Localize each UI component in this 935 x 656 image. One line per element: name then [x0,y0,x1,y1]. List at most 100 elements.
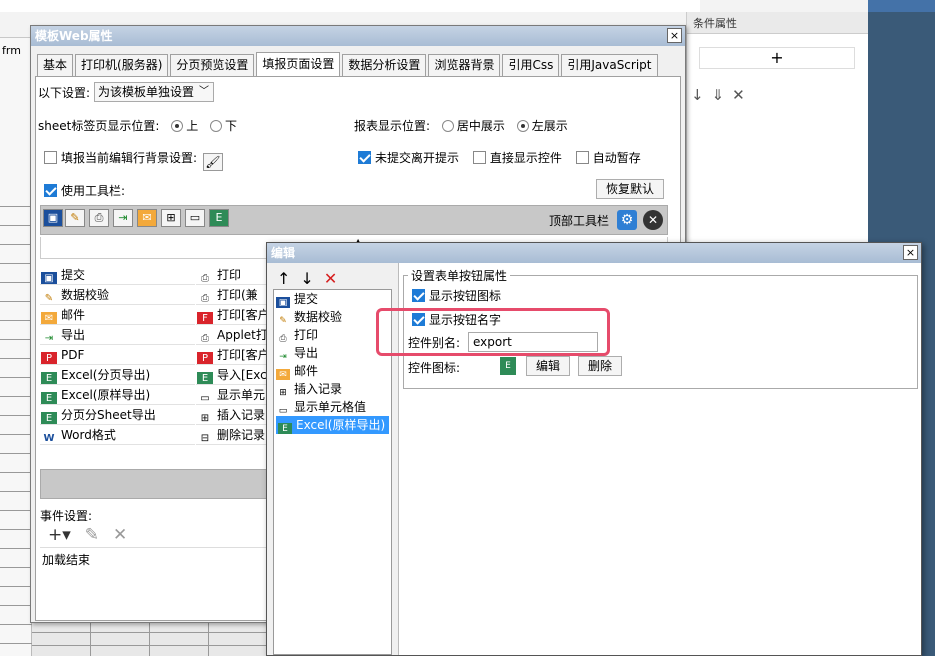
report-position-left-radio[interactable] [516,120,529,132]
tab-data-analysis[interactable]: 数据分析设置 [342,54,427,76]
list-item[interactable]: ✉ 邮件 [40,305,195,325]
list-item[interactable]: ▭ 显示单元格值 [274,398,391,416]
tab-printer[interactable]: 打印机(服务器) [75,54,169,76]
arrow-up-icon[interactable]: ↑ [277,269,290,288]
close-circle-icon[interactable]: ✕ [643,210,663,230]
list-item[interactable]: ⎙ 打印(兼 [196,285,266,305]
delete-icon[interactable]: ✕ [324,269,337,288]
print-icon: ⎙ [201,293,209,304]
add-condition-button[interactable]: + [699,47,855,69]
insert-row-icon[interactable]: ⊞ [161,209,181,227]
edit-dialog-close-button[interactable]: × [903,245,918,260]
list-item[interactable]: ✎ 数据校验 [274,308,391,326]
edit-event-icon[interactable]: ✎ [85,525,99,545]
delete-icon[interactable]: ✕ [732,86,753,104]
edit-button-dialog: 编辑 × ↑ ↓ ✕ ▣ 提交 ✎ 数据校验 ⎙ 打印 ⇥ 导出 ✉ 邮件 ⊞ 插入记录 ▭ 显示… [266,242,922,656]
save-icon: ▣ [41,272,57,284]
list-item[interactable]: ▭ 显示单元 [196,385,266,405]
tab-browser-bg[interactable]: 浏览器背景 [428,54,501,76]
save-icon[interactable]: ▣ [43,209,63,227]
applet-icon: ⎙ [201,333,209,344]
list-item[interactable]: E 分页分Sheet导出 [40,405,195,425]
insert-row-icon: ⊞ [279,388,287,398]
icon-label: 控件图标: [408,361,461,375]
settings-scope-select[interactable]: 为该模板单独设置 ﹀ [94,82,215,102]
unsubmit-prompt-checkbox[interactable] [358,151,371,164]
arrow-down-icon[interactable]: ↓ [300,269,313,288]
excel-icon: E [41,372,57,384]
excel-icon: E [278,423,292,434]
verify-icon[interactable]: ✎ [65,209,85,227]
chevron-down-icon: ﹀ [199,86,210,97]
move-bottom-icon[interactable]: ⇓ [712,86,733,104]
toolbar-preview: ▣ ✎ ⎙ ⇥ ✉ ⊞ ▭ E 顶部工具栏 ⚙ ✕ [40,205,668,235]
verify-icon: ✎ [44,293,54,304]
settings-scope-row: 以下设置: 为该模板单独设置 ﹀ [38,82,215,102]
print-icon[interactable]: ⎙ [89,209,109,227]
print-icon: ⎙ [201,273,209,284]
fill-bg-checkbox[interactable] [44,151,57,164]
excel-icon: E [500,357,516,375]
list-item[interactable]: E Excel(原样导出) [40,385,195,405]
use-toolbar-checkbox[interactable] [44,184,57,197]
restore-default-button[interactable]: 恢复默认 [596,179,664,199]
list-item[interactable]: W Word格式 [40,425,195,445]
tab-javascript[interactable]: 引用JavaScript [561,54,658,76]
autosave-checkbox[interactable] [575,151,589,164]
delete-event-icon[interactable]: ✕ [113,525,127,545]
list-item[interactable]: ▣ 提交 [274,290,391,308]
list-item[interactable]: ⇥ 导出 [40,325,195,345]
background-right-title: 条件属性 [687,12,869,34]
pdf-icon: P [197,352,213,364]
event-tools: +▾ ✎ ✕ [48,525,141,545]
export-icon: ⇥ [44,333,54,344]
show-icon-row: 显示按钮图标 [412,287,501,304]
paint-bucket-icon[interactable]: 🖌 [202,153,223,171]
list-item[interactable]: ✉ 邮件 [274,362,391,380]
list-item[interactable]: P 打印[客户 [196,345,266,365]
top-toolbar-label: 顶部工具栏 [549,214,610,228]
list-item[interactable]: ⎙ 打印 [196,265,266,285]
excel-icon: E [41,392,57,404]
pdf-icon: P [41,352,57,364]
edit-dialog-titlebar: 编辑 × [267,243,921,263]
cell-value-icon[interactable]: ▭ [185,209,205,227]
dialog-close-button[interactable]: × [667,28,682,43]
list-item[interactable]: ▣ 提交 [40,265,195,285]
settings-scope-label: 以下设置: [38,85,91,100]
background-title-strip [0,0,700,12]
list-item[interactable]: ⊟ 删除记录 [196,425,266,445]
list-item[interactable]: ⎙ Applet打 [196,325,266,345]
delete-icon-button[interactable]: 删除 [578,356,622,376]
move-down-icon[interactable]: ↓ [691,86,712,104]
add-event-icon[interactable]: +▾ [48,525,71,545]
event-settings-label: 事件设置: [40,509,93,523]
sheet-position-top-radio[interactable] [171,120,184,132]
list-item[interactable]: E 导入[Exc [196,365,266,385]
list-item[interactable]: ⊞ 插入记录 [274,380,391,398]
list-item[interactable]: P PDF [40,345,195,365]
background-bottom-grid [32,620,272,656]
direct-control-checkbox[interactable] [472,151,486,164]
report-position-center-radio[interactable] [441,120,454,132]
edit-icon-button[interactable]: 编辑 [526,356,570,376]
sheet-position-bottom-radio[interactable] [210,120,223,132]
background-sheet-grid [0,188,32,656]
tab-fill-page[interactable]: 填报页面设置 [256,52,341,76]
list-item[interactable]: ✎ 数据校验 [40,285,195,305]
tab-css[interactable]: 引用Css [502,54,560,76]
export-icon[interactable]: ⇥ [113,209,133,227]
list-item-selected[interactable]: E Excel(原样导出) [276,416,389,434]
show-icon-checkbox[interactable] [412,289,425,302]
gear-icon[interactable]: ⚙ [617,210,637,230]
list-item[interactable]: F 打印[客户 [196,305,266,325]
tab-page-preview[interactable]: 分页预览设置 [170,54,255,76]
list-item[interactable]: ⇥ 导出 [274,344,391,362]
list-item[interactable]: ⊞ 插入记录 [196,405,266,425]
list-item[interactable]: ⎙ 打印 [274,326,391,344]
excel-icon[interactable]: E [209,209,229,227]
word-icon: W [43,433,55,444]
list-item[interactable]: E Excel(分页导出) [40,365,195,385]
tab-basic[interactable]: 基本 [37,54,74,76]
mail-icon[interactable]: ✉ [137,209,157,227]
